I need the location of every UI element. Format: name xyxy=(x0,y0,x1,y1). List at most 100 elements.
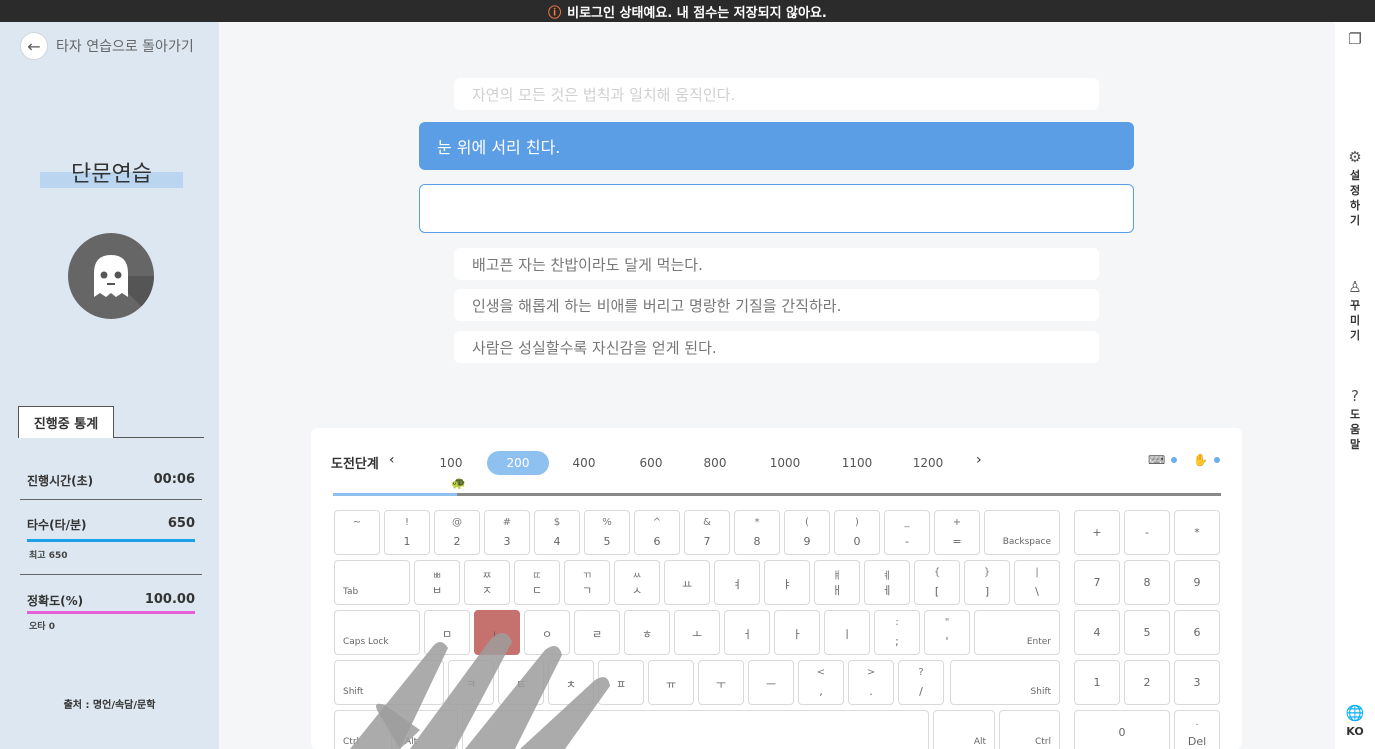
level-option[interactable]: 100 xyxy=(420,451,482,475)
language-label: KO xyxy=(1346,725,1364,738)
keyboard-key[interactable]: ㅗ xyxy=(674,610,720,655)
keyboard-key[interactable]: ㅜ xyxy=(698,660,744,705)
keyboard-key[interactable]: ㅁ xyxy=(424,610,470,655)
keyboard-key[interactable]: ㅏ xyxy=(774,610,820,655)
ctrl-left-key[interactable]: Ctrl xyxy=(334,710,392,749)
highlighted-key[interactable]: ㄴ xyxy=(474,610,520,655)
level-option[interactable]: 1200 xyxy=(897,451,959,475)
keyboard-key[interactable]: <, xyxy=(798,660,844,705)
keyboard-key[interactable]: % 5 xyxy=(584,510,630,555)
level-option[interactable]: 1000 xyxy=(754,451,816,475)
level-option-active[interactable]: 200 xyxy=(487,451,549,475)
numpad-key[interactable]: 2 xyxy=(1124,660,1170,705)
keyboard-key[interactable]: {[ xyxy=(914,560,960,605)
keyboard-key[interactable]: " ' xyxy=(924,610,970,655)
numpad-key[interactable]: 8 xyxy=(1124,560,1170,605)
keyboard-key[interactable]: ㅊ xyxy=(548,660,594,705)
back-button[interactable]: ← 타자 연습으로 돌아가기 xyxy=(20,32,194,60)
numpad-key[interactable]: - xyxy=(1124,510,1170,555)
level-option[interactable]: 600 xyxy=(620,451,682,475)
language-button[interactable]: 🌐 KO xyxy=(1335,706,1375,739)
decorate-button[interactable]: ♙ 꾸미기 xyxy=(1335,280,1375,343)
keyboard-key[interactable]: #3 xyxy=(484,510,530,555)
space-key[interactable] xyxy=(462,710,929,749)
tab-key[interactable]: Tab xyxy=(334,560,410,605)
keyboard-key[interactable]: & 7 xyxy=(684,510,730,555)
keyboard-key[interactable]: $4 xyxy=(534,510,580,555)
source-text: 출처 : 명언/속담/문학 xyxy=(63,700,156,711)
caps-lock-key[interactable]: Caps Lock xyxy=(334,610,420,655)
keyboard-key[interactable]: ㅖㅔ xyxy=(864,560,910,605)
shift-left-key[interactable]: Shift xyxy=(334,660,444,705)
level-option[interactable]: 400 xyxy=(553,451,615,475)
keyboard-key[interactable]: | \ xyxy=(1014,560,1060,605)
keyboard-key[interactable]: ㅇ xyxy=(524,610,570,655)
keyboard-key[interactable]: }] xyxy=(964,560,1010,605)
keyboard-key[interactable]: ~ xyxy=(334,510,380,555)
numpad-key[interactable]: * xyxy=(1174,510,1220,555)
backspace-key[interactable]: Backspace xyxy=(984,510,1060,555)
ctrl-right-key[interactable]: Ctrl xyxy=(999,710,1060,749)
help-button[interactable]: ? 도움말 xyxy=(1335,389,1375,452)
stat-time: 진행시간(초) 00:06 xyxy=(27,472,195,488)
keyboard-key[interactable]: * 8 xyxy=(734,510,780,555)
numpad-key[interactable]: 9 xyxy=(1174,560,1220,605)
level-option[interactable]: 800 xyxy=(684,451,746,475)
chevron-left-icon[interactable]: ‹ xyxy=(389,452,395,468)
keyboard-key[interactable]: ㄹ xyxy=(574,610,620,655)
keyboard-key[interactable]: ㅑ xyxy=(764,560,810,605)
numpad-key[interactable]: 1 xyxy=(1074,660,1120,705)
numpad-zero-key[interactable]: 0 xyxy=(1074,710,1170,749)
keyboard-key[interactable]: ㅒㅐ xyxy=(814,560,860,605)
keyboard-key[interactable]: ^ 6 xyxy=(634,510,680,555)
numpad-key[interactable]: 7 xyxy=(1074,560,1120,605)
keyboard-key[interactable]: ? / xyxy=(898,660,944,705)
numpad-key[interactable]: 3 xyxy=(1174,660,1220,705)
keyboard-key[interactable]: ! 1 xyxy=(384,510,430,555)
numpad-key[interactable]: 6 xyxy=(1174,610,1220,655)
keyboard-key[interactable]: ㅣ xyxy=(824,610,870,655)
typo-count: 오타 0 xyxy=(29,622,55,632)
keyboard-key[interactable]: ㅕ xyxy=(714,560,760,605)
previous-sentence: 자연의 모든 것은 법칙과 일치해 움직인다. xyxy=(454,78,1099,110)
keyboard-key[interactable]: ㅠ xyxy=(648,660,694,705)
alt-right-key[interactable]: Alt xyxy=(933,710,995,749)
warning-icon: ⓘ xyxy=(548,5,562,21)
numpad-key[interactable]: + xyxy=(1074,510,1120,555)
keyboard-key[interactable]: ㄲㄱ xyxy=(564,560,610,605)
keyboard-key[interactable]: + = xyxy=(934,510,980,555)
keyboard-key[interactable]: ㅉㅈ xyxy=(464,560,510,605)
keyboard-key[interactable]: _ - xyxy=(884,510,930,555)
numpad-del-key[interactable]: . Del xyxy=(1174,710,1220,749)
keyboard-key[interactable]: ㅆㅅ xyxy=(614,560,660,605)
keyboard-key[interactable]: @2 xyxy=(434,510,480,555)
stats-tab[interactable]: 진행중 통계 xyxy=(18,406,114,438)
numpad-key[interactable]: 5 xyxy=(1124,610,1170,655)
keyboard-key[interactable]: ㅃㅂ xyxy=(414,560,460,605)
keyboard-key[interactable]: ㅋ xyxy=(448,660,494,705)
chevron-right-icon[interactable]: › xyxy=(976,452,982,468)
shift-right-key[interactable]: Shift xyxy=(950,660,1060,705)
keyboard-key[interactable]: :; xyxy=(874,610,920,655)
keyboard-key[interactable]: >. xyxy=(848,660,894,705)
keyboard-key[interactable]: (9 xyxy=(784,510,830,555)
sidebar: ← 타자 연습으로 돌아가기 단문연습 진행중 통계 진행시간(초) 00:06… xyxy=(0,22,219,749)
keyboard-key[interactable]: ) 0 xyxy=(834,510,880,555)
keyboard-key[interactable]: ㅓ xyxy=(724,610,770,655)
keyboard-key[interactable]: ㅡ xyxy=(748,660,794,705)
keyboard-key[interactable]: ㅌ xyxy=(498,660,544,705)
keyboard-key[interactable]: ㄸㄷ xyxy=(514,560,560,605)
question-icon: ? xyxy=(1351,387,1359,405)
keyboard-key[interactable]: ㅎ xyxy=(624,610,670,655)
hand-toggle-icon[interactable]: ✋ xyxy=(1193,453,1208,467)
level-option[interactable]: 1100 xyxy=(826,451,888,475)
enter-key[interactable]: Enter xyxy=(974,610,1060,655)
keyboard-toggle-icon[interactable]: ⌨ xyxy=(1148,453,1165,467)
numpad-key[interactable]: 4 xyxy=(1074,610,1120,655)
settings-button[interactable]: ⚙ 설정하기 xyxy=(1335,150,1375,228)
typing-input[interactable] xyxy=(419,184,1134,233)
keyboard-key[interactable]: ㅍ xyxy=(598,660,644,705)
alt-left-key[interactable]: Alt xyxy=(396,710,458,749)
window-copy-icon[interactable]: ❐ xyxy=(1335,32,1375,50)
keyboard-key[interactable]: ㅛ xyxy=(664,560,710,605)
